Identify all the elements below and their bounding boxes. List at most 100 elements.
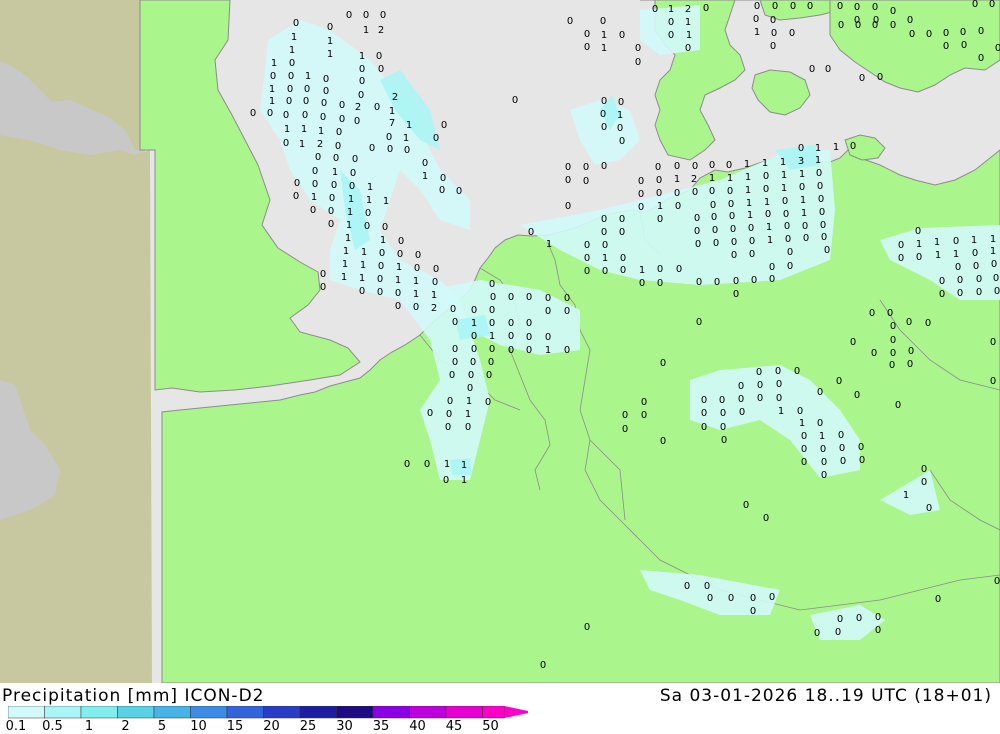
precip-value: 0 (490, 292, 496, 303)
precip-value: 1 (801, 208, 807, 219)
precip-value: 0 (749, 236, 755, 247)
precip-value: 1 (727, 173, 733, 184)
precip-value: 0 (890, 321, 896, 332)
precip-value: 0 (470, 357, 476, 368)
legend-swatch (263, 706, 301, 719)
precip-value: 0 (994, 576, 1000, 587)
precip-value: 0 (972, 248, 978, 259)
precip-value: 0 (619, 136, 625, 147)
precip-value: 0 (674, 161, 680, 172)
precip-value: 0 (528, 227, 534, 238)
precip-value: 1 (686, 30, 692, 41)
precip-value: 2 (355, 102, 361, 113)
precip-value: 1 (366, 195, 372, 206)
precip-value: 1 (971, 235, 977, 246)
precip-value: 0 (657, 278, 663, 289)
precip-value: 0 (289, 58, 295, 69)
precip-value: 0 (739, 407, 745, 418)
precip-value: 0 (802, 221, 808, 232)
precip-value: 0 (763, 171, 769, 182)
precip-value: 2 (378, 25, 384, 36)
precip-value: 1 (747, 210, 753, 221)
precip-value: 0 (328, 219, 334, 230)
precip-value: 0 (727, 186, 733, 197)
precip-value: 0 (270, 71, 276, 82)
precip-value: 1 (345, 233, 351, 244)
precip-value: 0 (809, 64, 815, 75)
valid-time: Sa 03-01-2026 18..19 UTC (18+01) (659, 686, 992, 706)
precip-value: 0 (378, 64, 384, 75)
precip-value: 1 (361, 247, 367, 258)
precip-value: 0 (443, 475, 449, 486)
precip-value: 1 (935, 250, 941, 261)
precip-value: 0 (395, 301, 401, 312)
precip-value: 0 (989, 0, 995, 10)
precip-value: 0 (668, 30, 674, 41)
precip-value: 0 (794, 366, 800, 377)
precip-value: 0 (286, 96, 292, 107)
precipitation-map[interactable]: 0000012111110100000100100002100002000000… (0, 0, 1000, 683)
precip-value: 0 (350, 168, 356, 179)
precip-value: 1 (348, 194, 354, 205)
legend-swatch (44, 706, 82, 719)
precip-value: 1 (444, 459, 450, 470)
precip-value: 0 (733, 289, 739, 300)
precip-value: 0 (738, 381, 744, 392)
precip-value: 0 (619, 227, 625, 238)
precip-value: 0 (782, 196, 788, 207)
precip-value: 0 (395, 288, 401, 299)
precip-value: 0 (787, 261, 793, 272)
precip-value: 0 (839, 443, 845, 454)
precip-value: 0 (622, 424, 628, 435)
precip-value: 0 (540, 660, 546, 671)
precip-value: 0 (310, 205, 316, 216)
precip-value: 0 (354, 116, 360, 127)
precip-value: 0 (731, 237, 737, 248)
precip-value: 0 (817, 387, 823, 398)
precip-value: 0 (890, 20, 896, 31)
precip-value: 0 (335, 141, 341, 152)
precip-value: 0 (452, 344, 458, 355)
precip-value: 0 (807, 1, 813, 12)
precip-value: 0 (526, 318, 532, 329)
precip-value: 1 (489, 331, 495, 342)
precip-value: 0 (837, 1, 843, 12)
precip-value: 0 (676, 264, 682, 275)
precip-value: 0 (293, 18, 299, 29)
precip-value: 0 (756, 367, 762, 378)
precip-value: 0 (799, 182, 805, 193)
precip-value: 0 (433, 133, 439, 144)
precip-value: 0 (877, 72, 883, 83)
precip-value: 0 (489, 318, 495, 329)
precip-value: 0 (564, 345, 570, 356)
precip-value: 0 (583, 162, 589, 173)
precip-value: 1 (767, 235, 773, 246)
precip-value: 0 (995, 43, 1000, 54)
legend-label: 2 (121, 719, 130, 734)
precip-value: 0 (432, 277, 438, 288)
precip-value: 0 (486, 370, 492, 381)
precip-value: 1 (269, 84, 275, 95)
precip-value: 0 (943, 41, 949, 52)
precip-value: 1 (639, 265, 645, 276)
precip-value: 1 (800, 195, 806, 206)
precip-value: 0 (283, 138, 289, 149)
precip-value: 0 (855, 20, 861, 31)
precip-value: 0 (465, 422, 471, 433)
precip-value: 0 (825, 64, 831, 75)
precip-value: 1 (332, 167, 338, 178)
precip-value: 0 (840, 456, 846, 467)
precip-value: 0 (638, 189, 644, 200)
precipitation-legend-bar (8, 706, 528, 719)
precip-value: 0 (452, 317, 458, 328)
precip-value: 1 (347, 207, 353, 218)
precip-value: 0 (750, 593, 756, 604)
precip-value: 0 (346, 10, 352, 21)
precip-value: 0 (838, 20, 844, 31)
precip-value: 0 (772, 1, 778, 12)
precip-value: 1 (833, 142, 839, 153)
precip-value: 0 (333, 153, 339, 164)
precip-value: 0 (364, 221, 370, 232)
precip-value: 0 (374, 102, 380, 113)
precip-value: 0 (859, 73, 865, 84)
